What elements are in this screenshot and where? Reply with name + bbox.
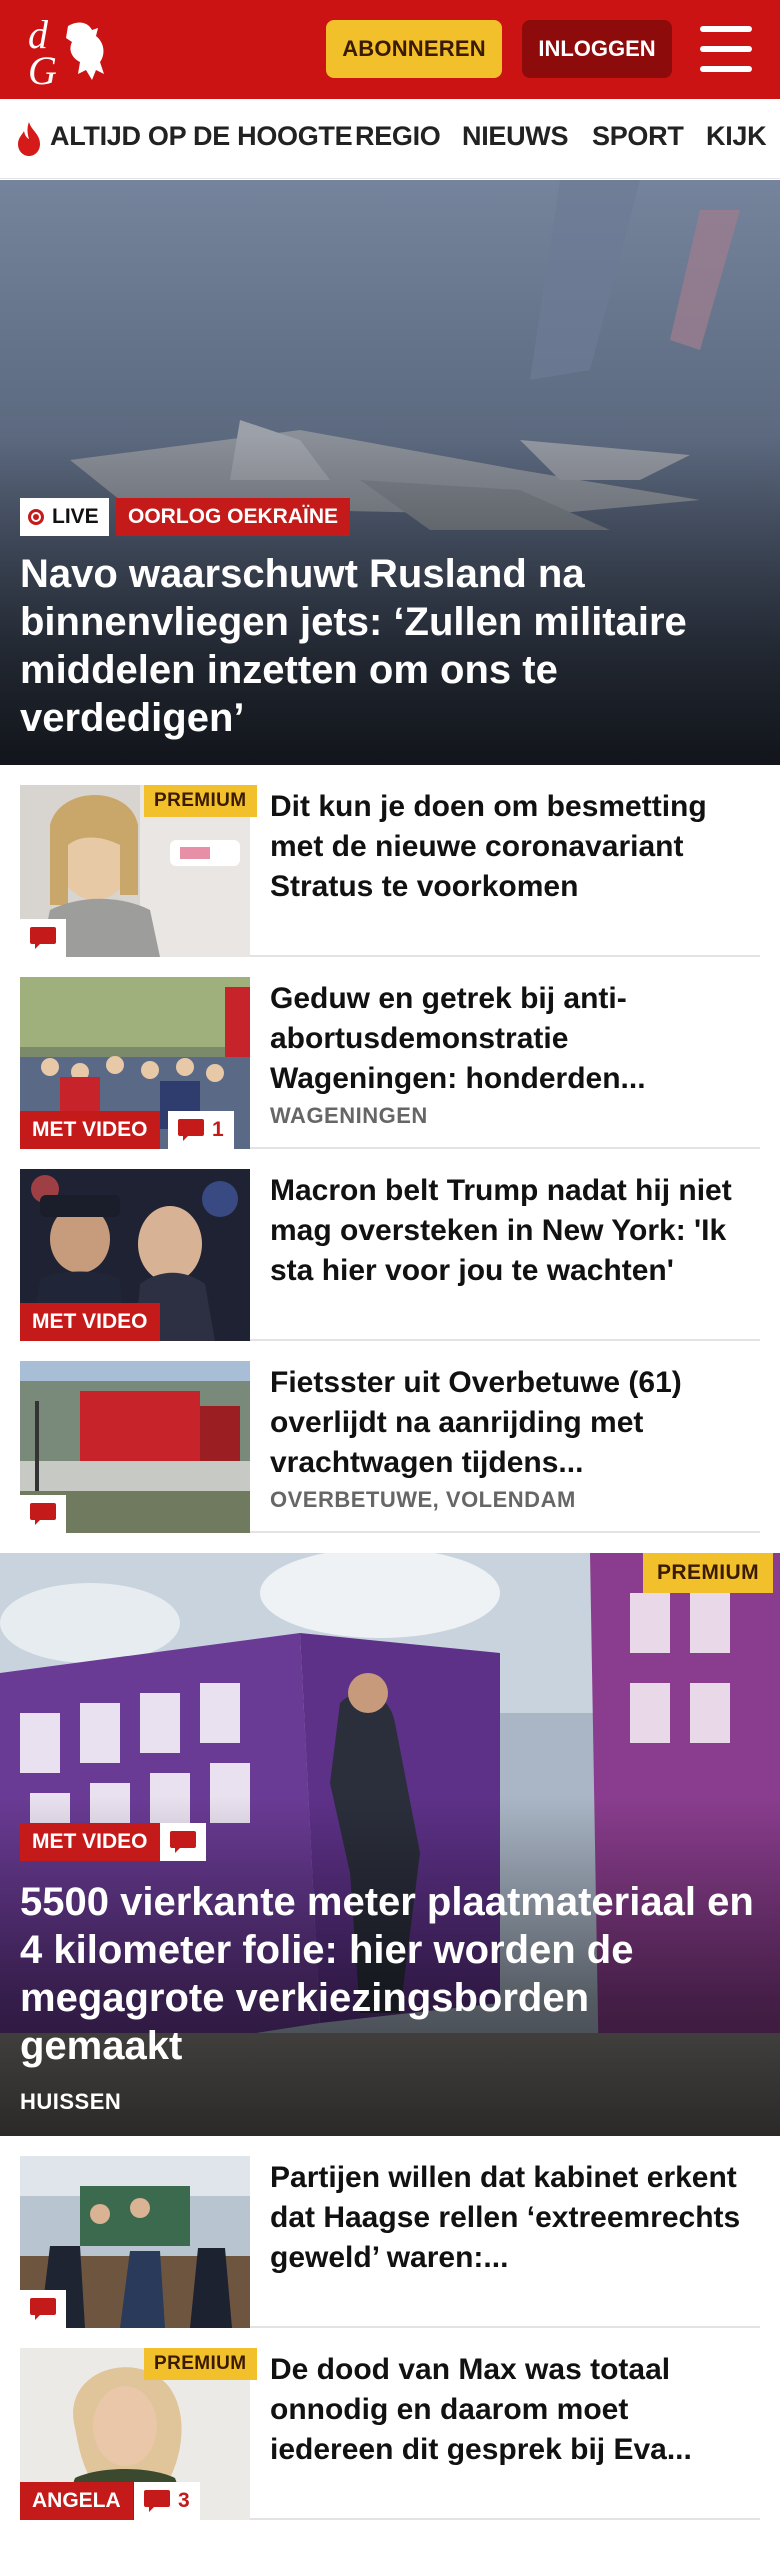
- comment-badge[interactable]: [160, 1823, 206, 1861]
- premium-badge: PREMIUM: [144, 785, 257, 817]
- subscribe-button[interactable]: ABONNEREN: [326, 20, 502, 78]
- flame-icon: [18, 122, 40, 156]
- hamburger-icon[interactable]: [700, 26, 752, 72]
- nav-item-nieuws[interactable]: NIEUWS: [462, 121, 569, 152]
- premium-badge: PREMIUM: [643, 1553, 773, 1593]
- comment-badge[interactable]: 3: [134, 2482, 200, 2520]
- video-badge[interactable]: MET VIDEO: [20, 1823, 160, 1861]
- comment-badge[interactable]: 1: [168, 1111, 234, 1149]
- premium-badge: PREMIUM: [144, 2348, 257, 2380]
- comment-badge[interactable]: [20, 1495, 66, 1533]
- live-icon: [28, 509, 44, 525]
- hero-title[interactable]: Navo waarschuwt Rusland na binnenvliegen…: [20, 550, 740, 742]
- feature-title[interactable]: 5500 vierkante meter plaatmateriaal en 4…: [20, 1878, 760, 2070]
- article-location: OVERBETUWE, VOLENDAM: [270, 1487, 576, 1512]
- main-nav: ALTIJD OP DE HOOGTE REGIO NIEUWS SPORT K…: [0, 99, 780, 179]
- live-badge: LIVE: [20, 498, 109, 536]
- video-badge[interactable]: MET VIDEO: [20, 1111, 160, 1149]
- list-item[interactable]: Partijen willen dat kabinet erkent dat H…: [20, 2156, 760, 2328]
- nav-item-regio[interactable]: REGIO: [355, 121, 441, 152]
- article-title[interactable]: Fietsster uit Overbetuwe (61) overlijdt …: [270, 1363, 760, 1483]
- comment-icon: [170, 1831, 196, 1853]
- article-title[interactable]: De dood van Max was totaal onnodig en da…: [270, 2350, 760, 2470]
- live-label: LIVE: [52, 505, 99, 528]
- comment-icon: [30, 2298, 56, 2320]
- login-button[interactable]: INLOGGEN: [522, 20, 672, 78]
- article-location: WAGENINGEN: [270, 1103, 428, 1128]
- svg-text:G: G: [28, 48, 57, 88]
- list-item[interactable]: PREMIUM ANGELA 3 De dood van Max was tot…: [20, 2348, 760, 2520]
- nav-item-sport[interactable]: SPORT: [592, 121, 684, 152]
- site-header: d G ABONNEREN INLOGGEN: [0, 0, 780, 99]
- comment-badge[interactable]: [20, 919, 66, 957]
- list-item[interactable]: Fietsster uit Overbetuwe (61) overlijdt …: [20, 1361, 760, 1533]
- article-title[interactable]: Partijen willen dat kabinet erkent dat H…: [270, 2158, 760, 2278]
- comment-icon: [30, 1503, 56, 1525]
- dg-logo[interactable]: d G: [24, 12, 116, 88]
- comment-count: 3: [178, 2489, 190, 2512]
- feature-article[interactable]: PREMIUM MET VIDEO 5500 vierkante meter p…: [0, 1553, 780, 2136]
- article-title[interactable]: Macron belt Trump nadat hij niet mag ove…: [270, 1171, 760, 1291]
- video-badge[interactable]: MET VIDEO: [20, 1303, 160, 1341]
- feature-location: HUISSEN: [20, 2089, 122, 2114]
- author-badge[interactable]: ANGELA: [20, 2482, 133, 2520]
- list-item[interactable]: MET VIDEO 1 Geduw en getrek bij anti-abo…: [20, 977, 760, 1149]
- nav-item-altijd-op-de-hoogte[interactable]: ALTIJD OP DE HOOGTE: [50, 121, 353, 152]
- comment-icon: [178, 1119, 204, 1141]
- list-item[interactable]: PREMIUM Dit kun je doen om besmetting me…: [20, 785, 760, 957]
- comment-icon: [30, 927, 56, 949]
- comment-count: 1: [212, 1118, 224, 1141]
- article-title[interactable]: Geduw en getrek bij anti-abortusdemonstr…: [270, 979, 760, 1099]
- comment-badge[interactable]: [20, 2290, 66, 2328]
- article-title[interactable]: Dit kun je doen om besmetting met de nie…: [270, 787, 760, 907]
- category-badge[interactable]: OORLOG OEKRAÏNE: [116, 498, 351, 536]
- comment-icon: [144, 2490, 170, 2512]
- hero-article[interactable]: LIVE OORLOG OEKRAÏNE Navo waarschuwt Rus…: [0, 180, 780, 765]
- nav-item-kijk[interactable]: KIJK: [706, 121, 767, 152]
- list-item[interactable]: MET VIDEO Macron belt Trump nadat hij ni…: [20, 1169, 760, 1341]
